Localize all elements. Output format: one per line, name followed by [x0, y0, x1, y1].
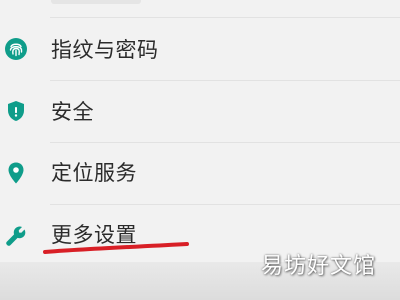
red-underline-annotation [43, 242, 189, 254]
wrench-icon [6, 226, 26, 246]
previous-item-label-cropped [51, 0, 141, 4]
settings-item-location-services[interactable]: 定位服务 [0, 143, 400, 205]
settings-item-label: 指纹与密码 [51, 38, 159, 62]
settings-item-label: 定位服务 [51, 161, 137, 185]
location-pin-icon [8, 162, 24, 184]
settings-item-label: 安全 [51, 100, 94, 124]
shield-icon [8, 101, 24, 121]
settings-item-security[interactable]: 安全 [0, 81, 400, 143]
watermark-text: 易坊好文馆 [260, 254, 376, 279]
fingerprint-icon [5, 38, 27, 60]
settings-item-fingerprint-password[interactable]: 指纹与密码 [0, 18, 400, 80]
